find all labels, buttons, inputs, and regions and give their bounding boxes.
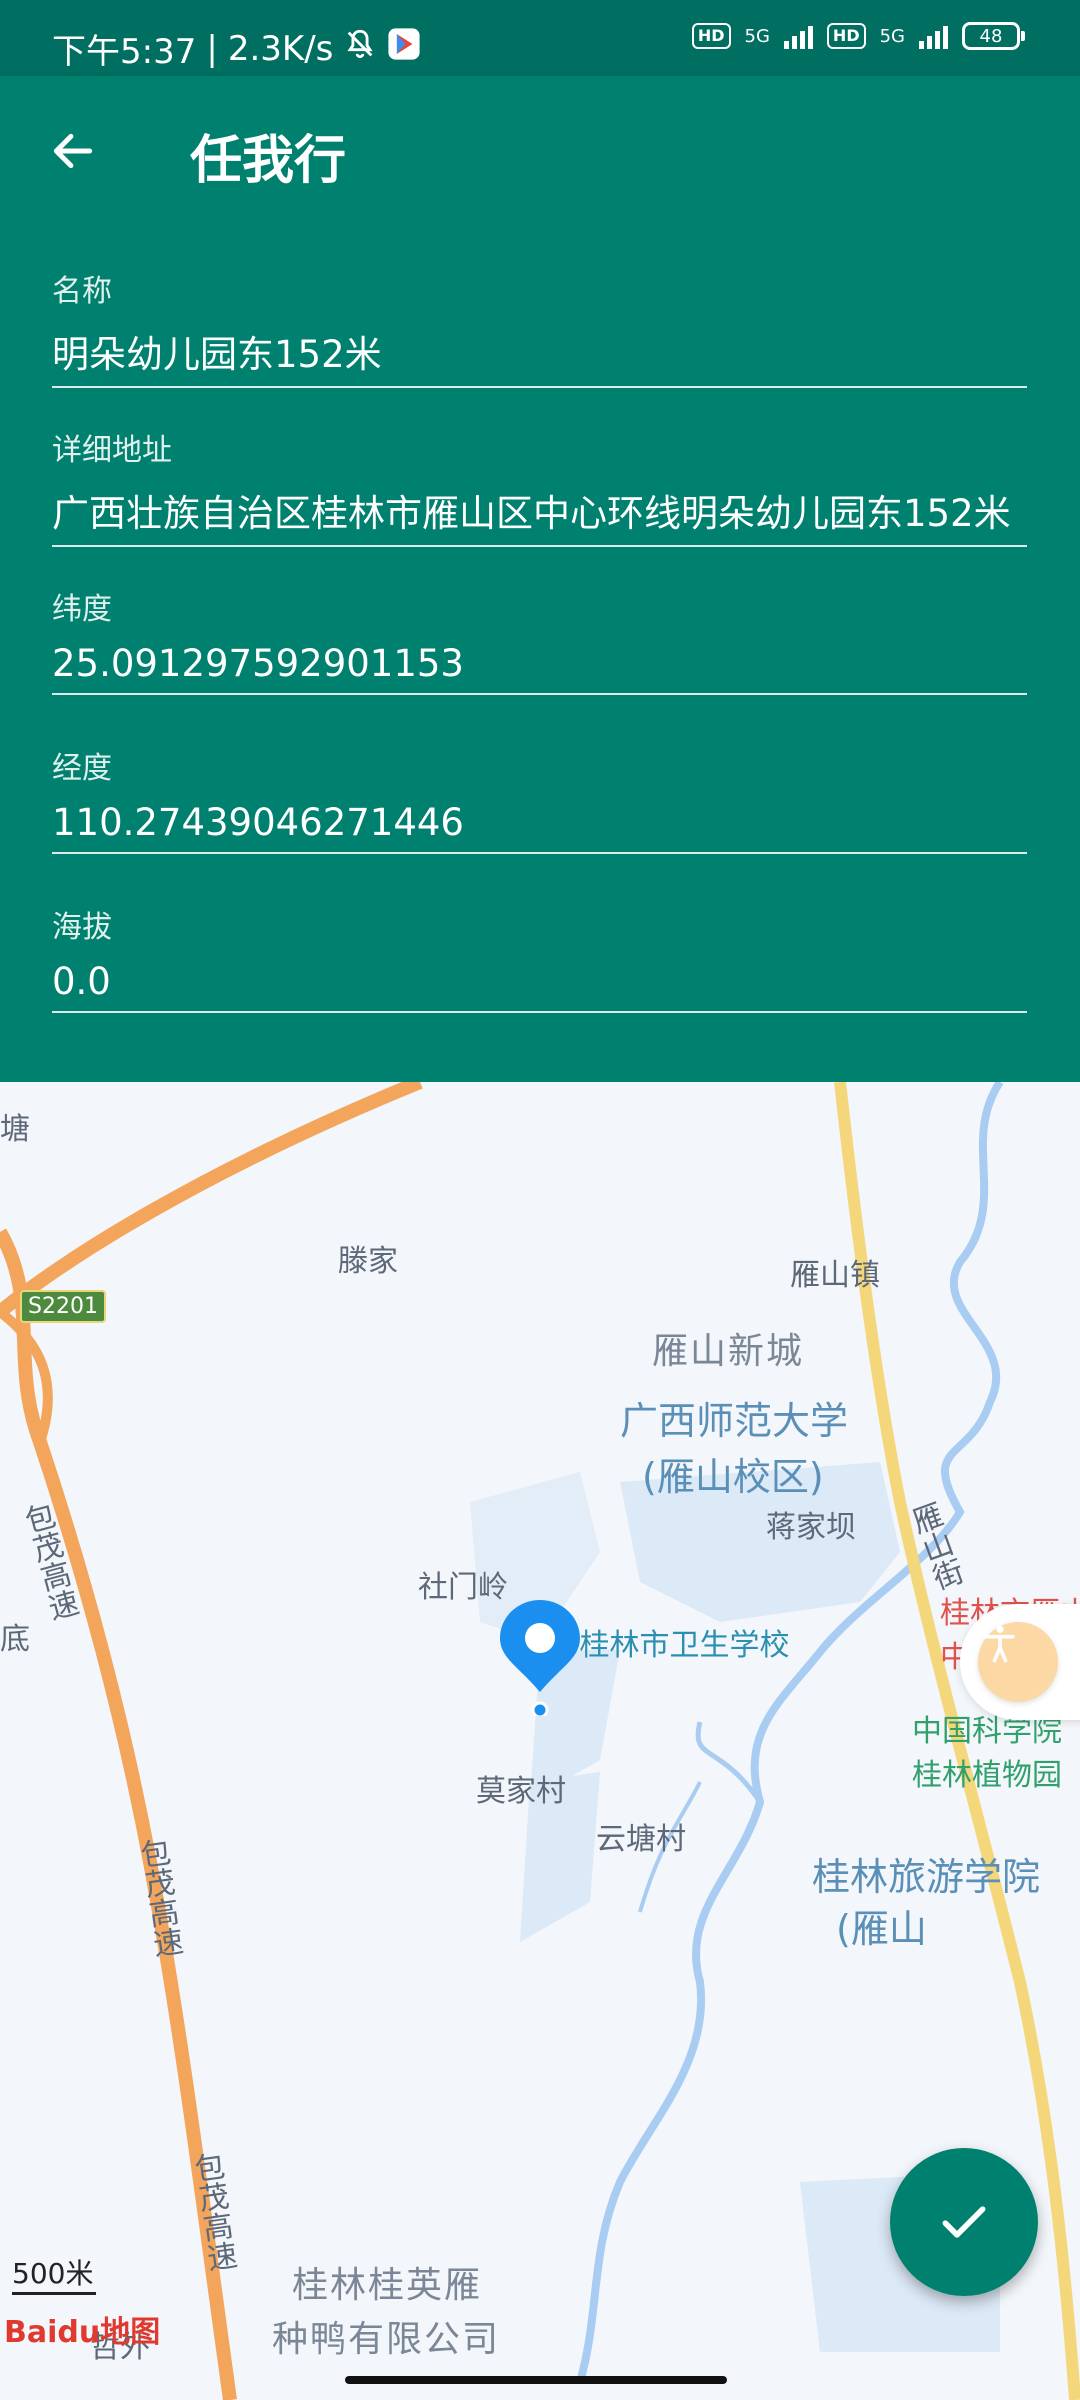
accessibility-icon xyxy=(985,1625,1015,1663)
play-store-icon xyxy=(387,27,421,70)
map-label-tang: 塘 xyxy=(0,1112,30,1147)
battery-level: 48 xyxy=(979,25,1003,47)
map-label-guilin-college: 桂林旅游学院 xyxy=(812,1855,1041,1899)
status-net-speed: 2.3K/s xyxy=(227,28,334,69)
road-sign-s2201: S2201 xyxy=(20,1290,106,1323)
confirm-button[interactable] xyxy=(890,2148,1038,2296)
status-bar: 下午5:37 | 2.3K/s HD 5G HD 5G 48 xyxy=(0,0,1080,76)
longitude-label: 经度 xyxy=(52,751,112,786)
status-divider: | xyxy=(206,28,218,69)
hd-badge-1: HD xyxy=(691,23,731,49)
map-label-shemenling: 社门岭 xyxy=(418,1570,508,1605)
map-label-jiangjiaba: 蒋家坝 xyxy=(766,1510,856,1545)
address-input[interactable]: 广西壮族自治区桂林市雁山区中心环线明朵幼儿园东152米 xyxy=(52,477,1027,547)
bell-muted-icon xyxy=(343,27,377,70)
map-label-yanshan-zhen: 雁山镇 xyxy=(790,1258,880,1293)
address-field: 详细地址 广西壮族自治区桂林市雁山区中心环线明朵幼儿园东152米 xyxy=(52,425,1027,547)
altitude-label: 海拔 xyxy=(52,910,112,945)
map-scale-bar xyxy=(12,2292,96,2295)
map-label-botanical-2: 桂林植物园 xyxy=(912,1758,1062,1793)
name-field: 名称 明朵幼儿园东152米 xyxy=(52,266,1027,388)
map-scale-label: 500米 xyxy=(12,2257,94,2290)
latitude-field: 纬度 25.091297592901153 xyxy=(52,584,1027,695)
map-label-yuntangcun: 云塘村 xyxy=(596,1822,686,1857)
longitude-input[interactable]: 110.27439046271446 xyxy=(52,795,1027,854)
map-pin-icon xyxy=(500,1600,580,1716)
map-label-tengjia: 滕家 xyxy=(338,1244,398,1279)
app-bar: 任我行 xyxy=(0,76,1080,224)
map-label-gxnu-campus: (雁山校区) xyxy=(642,1455,824,1499)
back-button[interactable] xyxy=(38,116,108,186)
altitude-field: 海拔 0.0 xyxy=(52,902,1027,1013)
network-type-1: 5G xyxy=(744,25,770,47)
map-label-di: 底 xyxy=(0,1622,30,1657)
network-type-2: 5G xyxy=(879,25,905,47)
map-label-gxnu: 广西师范大学 xyxy=(620,1399,849,1443)
altitude-input[interactable]: 0.0 xyxy=(52,954,1027,1013)
longitude-field: 经度 110.27439046271446 xyxy=(52,743,1027,854)
map-label-mojiacun: 莫家村 xyxy=(476,1774,566,1809)
signal-icon-2 xyxy=(919,23,948,49)
address-label: 详细地址 xyxy=(52,433,172,468)
home-indicator[interactable] xyxy=(345,2376,727,2384)
latitude-input[interactable]: 25.091297592901153 xyxy=(52,636,1027,695)
name-label: 名称 xyxy=(52,274,112,309)
status-left: 下午5:37 | 2.3K/s xyxy=(52,24,421,73)
status-time: 下午5:37 xyxy=(52,32,197,72)
latitude-label: 纬度 xyxy=(52,592,112,627)
baidu-map-logo: Baidu地图 xyxy=(4,2315,161,2350)
status-right: HD 5G HD 5G 48 xyxy=(691,22,1025,50)
location-form: 名称 明朵幼儿园东152米 详细地址 广西壮族自治区桂林市雁山区中心环线明朵幼儿… xyxy=(0,224,1080,1082)
battery-icon: 48 xyxy=(962,22,1025,50)
arrow-left-icon xyxy=(53,133,93,169)
hd-badge-2: HD xyxy=(826,23,866,49)
map-label-guilin-college-2: (雁山 xyxy=(836,1907,927,1951)
check-icon xyxy=(942,2206,986,2238)
name-input[interactable]: 明朵幼儿园东152米 xyxy=(52,318,1027,388)
map-label-yanshan-xincheng: 雁山新城 xyxy=(652,1331,805,1372)
map-label-duck-1: 桂林桂英雁 xyxy=(292,2265,483,2306)
signal-icon-1 xyxy=(783,23,813,49)
page-title: 任我行 xyxy=(190,131,347,191)
map-label-duck-2: 种鸭有限公司 xyxy=(272,2319,501,2360)
accessibility-button[interactable] xyxy=(978,1622,1058,1702)
